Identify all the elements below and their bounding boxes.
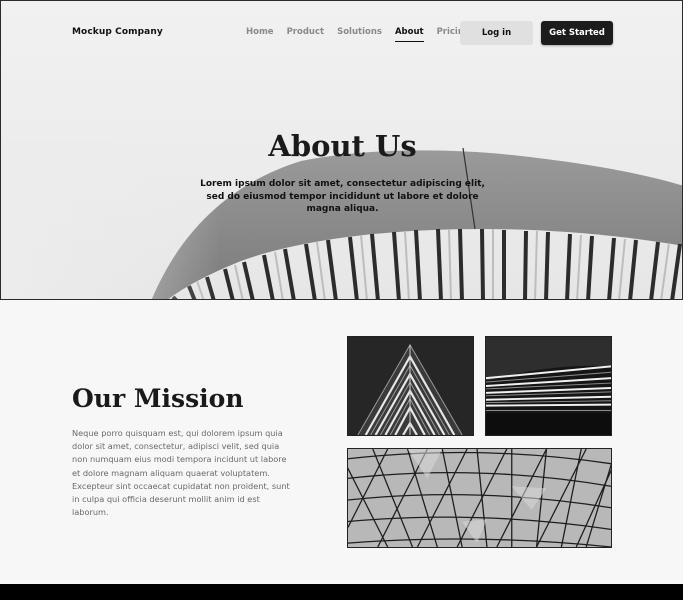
hero-section: Mockup Company Home Product Solutions Ab… bbox=[0, 0, 683, 300]
login-button[interactable]: Log in bbox=[460, 21, 533, 45]
nav-link-product[interactable]: Product bbox=[287, 27, 325, 42]
top-navigation: Mockup Company Home Product Solutions Ab… bbox=[1, 1, 682, 65]
nav-link-home[interactable]: Home bbox=[246, 27, 274, 42]
nav-link-solutions[interactable]: Solutions bbox=[337, 27, 382, 42]
architecture-photo-triangle bbox=[347, 336, 474, 436]
mission-text: Neque porro quisquam est, qui dolorem ip… bbox=[72, 428, 290, 518]
footer-bar bbox=[0, 584, 683, 600]
architecture-photo-lines bbox=[485, 336, 612, 436]
page-title: About Us bbox=[268, 129, 417, 163]
nav-link-about[interactable]: About bbox=[394, 27, 424, 42]
architecture-photo-lattice bbox=[347, 448, 612, 548]
brand-logo[interactable]: Mockup Company bbox=[72, 27, 163, 37]
get-started-button[interactable]: Get Started bbox=[541, 21, 613, 45]
hero-subtitle: Lorem ipsum dolor sit amet, consectetur … bbox=[200, 179, 485, 214]
mission-title: Our Mission bbox=[72, 384, 244, 413]
nav-links: Home Product Solutions About Pricing bbox=[246, 27, 483, 42]
